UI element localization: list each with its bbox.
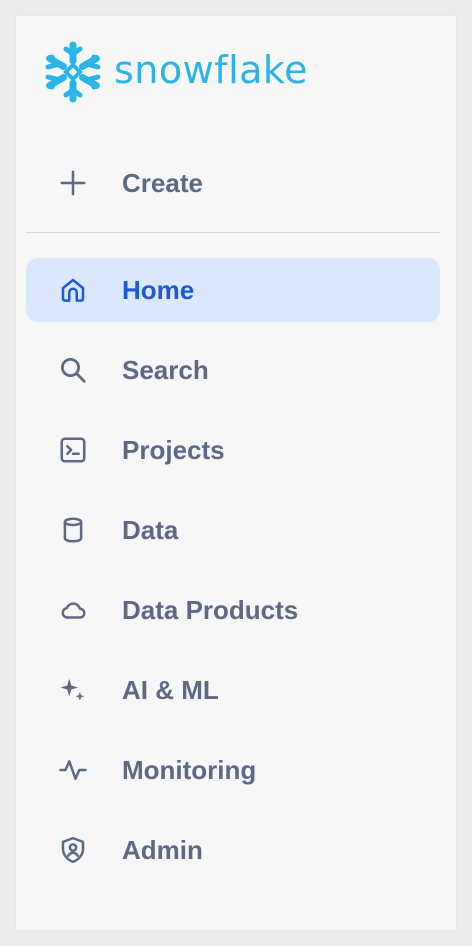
sidebar-item-admin[interactable]: Admin	[26, 818, 440, 882]
terminal-icon	[56, 433, 90, 467]
sidebar-item-monitoring[interactable]: Monitoring	[26, 738, 440, 802]
sidebar-item-label: Monitoring	[122, 754, 257, 785]
divider	[26, 232, 440, 233]
cloud-icon	[56, 593, 90, 627]
sidebar-item-data[interactable]: Data	[26, 498, 440, 562]
sidebar-item-home[interactable]: Home	[26, 258, 440, 322]
sidebar-item-label: Home	[122, 274, 195, 305]
sidebar-item-ai-ml[interactable]: AI & ML	[26, 658, 440, 722]
create-label: Create	[122, 167, 203, 198]
plus-icon	[56, 166, 90, 200]
snowflake-logo-icon	[45, 41, 101, 103]
sidebar-item-search[interactable]: Search	[26, 338, 440, 402]
home-icon	[56, 273, 90, 307]
sidebar-item-label: Data Products	[122, 594, 299, 625]
sidebar-nav: Home Search Projects Data Data Products …	[26, 258, 440, 898]
sidebar-panel: snowflake Create Home Search Projects Da…	[16, 16, 456, 930]
activity-icon	[56, 753, 90, 787]
snowflake-logo[interactable]: snowflake	[40, 38, 308, 106]
sidebar-item-label: Admin	[122, 834, 203, 865]
brand-wordmark: snowflake	[114, 48, 308, 92]
database-icon	[56, 513, 90, 547]
sidebar-item-data-products[interactable]: Data Products	[26, 578, 440, 642]
sidebar-item-label: Search	[122, 354, 209, 385]
search-icon	[56, 353, 90, 387]
sidebar-item-label: Projects	[122, 434, 225, 465]
shield-user-icon	[56, 833, 90, 867]
create-button[interactable]: Create	[26, 151, 440, 215]
sidebar-item-label: Data	[122, 514, 179, 545]
sidebar-item-projects[interactable]: Projects	[26, 418, 440, 482]
sparkle-icon	[56, 673, 90, 707]
sidebar-item-label: AI & ML	[122, 674, 219, 705]
